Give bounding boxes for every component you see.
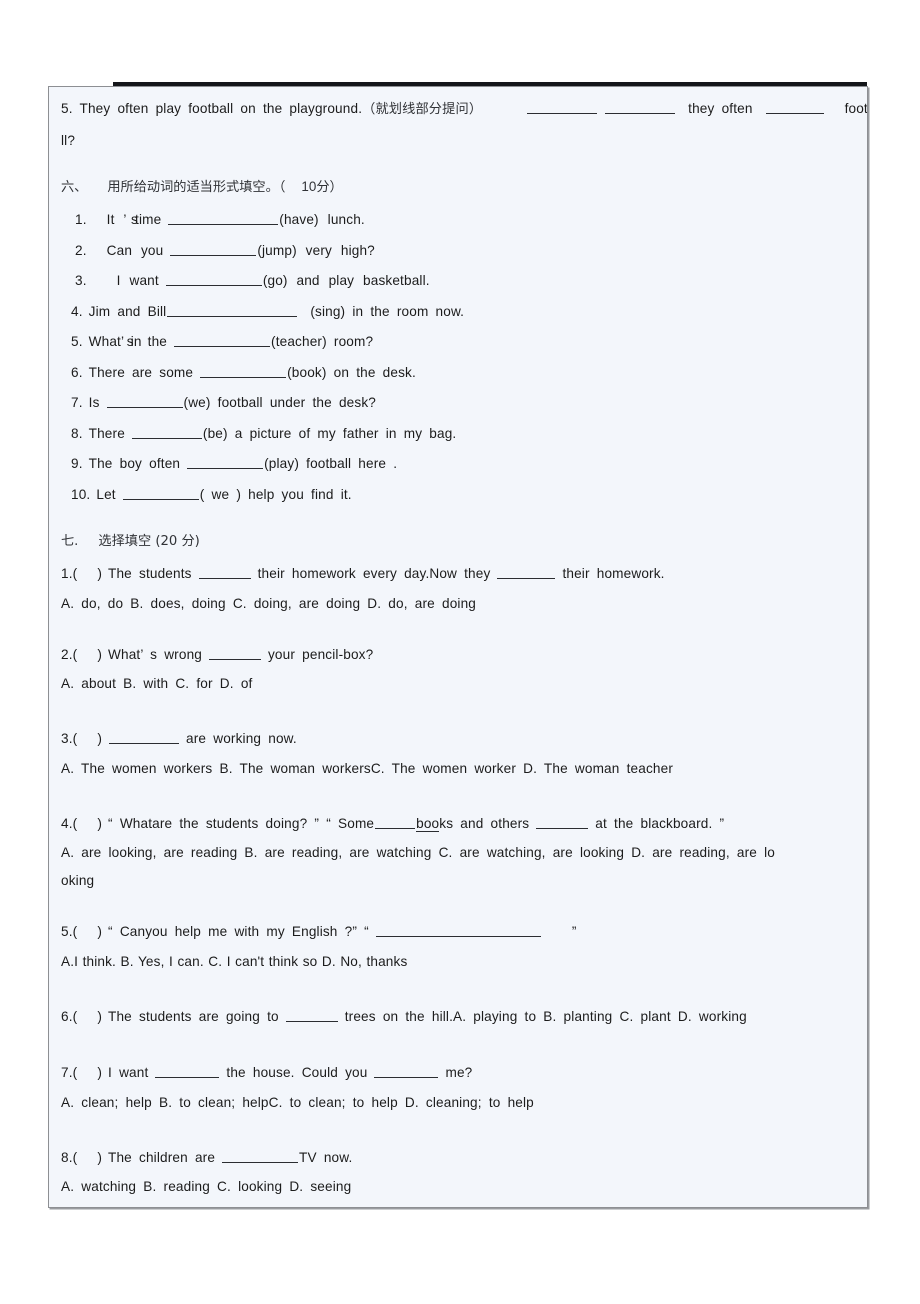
six-item-4: 4. Jim and Bill (sing) in the room now. [71, 303, 465, 319]
seven-question-4: 4.() “ Whatare the students doing? ” “ So… [61, 815, 725, 832]
section-seven-title: 选择填空 (20 分) [98, 534, 200, 549]
answer-blank[interactable] [375, 924, 541, 937]
six-item-10: 10. Let( we ) help you find it. [71, 486, 352, 502]
answer-blank[interactable] [187, 456, 264, 469]
answer-blank[interactable] [170, 243, 257, 256]
answer-blank[interactable] [109, 731, 180, 744]
answer-blank[interactable] [208, 647, 261, 660]
six-item-6: 6. There are some (book) on the desk. [71, 364, 416, 380]
answer-blank[interactable] [200, 365, 287, 378]
seven-question-5: 5.() “ Canyou help me with my English ?” … [61, 924, 577, 939]
answer-blank[interactable] [497, 566, 556, 579]
answer-blank[interactable] [198, 566, 251, 579]
seven-options-3: A. The women workers B. The woman worker… [61, 760, 673, 776]
six-item-3: 3. I want (go) and play basketball. [75, 273, 430, 288]
seven-question-3: 3.() are working now. [61, 731, 297, 746]
carryover-stem-end: footba [844, 101, 868, 116]
answer-blank[interactable] [536, 816, 589, 829]
answer-blank[interactable] [165, 273, 262, 286]
carryover-stem: 5. They often play football on the playg… [61, 101, 363, 116]
worksheet-content: 5. They often play football on the playg… [49, 87, 868, 1207]
section-six-marker: 六、 [61, 180, 88, 195]
answer-blank[interactable] [168, 212, 279, 225]
seven-question-8: 8.() The children are TV now. [61, 1149, 353, 1165]
answer-blank[interactable] [167, 304, 298, 317]
overlapped-s-artifact: in s [126, 334, 142, 349]
six-item-1: 1. It ’ time s (have) lunch. [49, 205, 867, 236]
answer-blank[interactable] [765, 101, 824, 114]
answer-blank[interactable] [106, 395, 183, 408]
overlapped-s-artifact: time s [130, 212, 162, 227]
seven-question-6: 6.() The students are going to trees on th… [61, 1008, 747, 1024]
answer-blank[interactable] [374, 1065, 439, 1078]
section-six-score-unit: 分） [316, 180, 343, 195]
answer-blank[interactable] [605, 101, 676, 114]
answer-blank[interactable] [122, 487, 199, 500]
answer-blank[interactable] [527, 101, 598, 114]
seven-options-4-line1: A. are looking, are reading B. are readi… [61, 845, 776, 860]
section-seven-marker: 七. [61, 534, 79, 549]
answer-blank[interactable] [155, 1065, 220, 1078]
seven-question-7: 7.() I want the house. Could you me? [61, 1065, 473, 1080]
seven-question-2: 2.() What’ s wrong your pencil-box? [61, 646, 374, 662]
six-item-5: 5. What’ in s the (teacher) room? [49, 327, 867, 358]
seven-options-7: A. clean; help B. to clean; helpC. to cl… [61, 1094, 534, 1110]
seven-options-5: A.I think. B. Yes, I can. C. I can't thi… [61, 953, 408, 969]
section-six-heading: 六、 用所给动词的适当形式填空。（ 10分） [49, 170, 867, 205]
underlined-word-fragment: boo [416, 815, 440, 832]
section-six-score: 10 [301, 179, 317, 194]
worksheet-page: 5. They often play football on the playg… [48, 86, 868, 1208]
carryover-stem-mid: they often [688, 101, 753, 116]
section-six-title: 用所给动词的适当形式填空。（ [107, 180, 286, 195]
seven-options-8: A. watching B. reading C. looking D. see… [61, 1179, 352, 1194]
six-item-2: 2. Can you (jump) very high? [75, 242, 375, 258]
section-seven-heading: 七. 选择填空 (20 分) [49, 524, 867, 559]
answer-blank[interactable] [222, 1150, 299, 1163]
seven-question-1: 1.() The students their homework every day… [61, 566, 665, 581]
answer-blank[interactable] [285, 1009, 338, 1022]
six-item-8: 8. There (be) a picture of my father in my… [71, 425, 457, 441]
carryover-cn-note: （就划线部分提问） [362, 102, 483, 117]
answer-blank[interactable] [375, 816, 416, 829]
six-item-7: 7. Is (we) football under the desk? [71, 395, 376, 410]
six-item-9: 9. The boy often (play) football here . [71, 456, 398, 471]
seven-options-2: A. about B. with C. for D. of [61, 676, 253, 691]
carryover-question-line2: ll? [61, 132, 76, 148]
carryover-question-line1: 5. They often play football on the playg… [49, 94, 868, 126]
answer-blank[interactable] [131, 426, 202, 439]
seven-options-1: A. do, do B. does, doing C. doing, are d… [61, 595, 477, 611]
seven-options-4-line2: oking [61, 873, 95, 888]
answer-blank[interactable] [174, 334, 271, 347]
